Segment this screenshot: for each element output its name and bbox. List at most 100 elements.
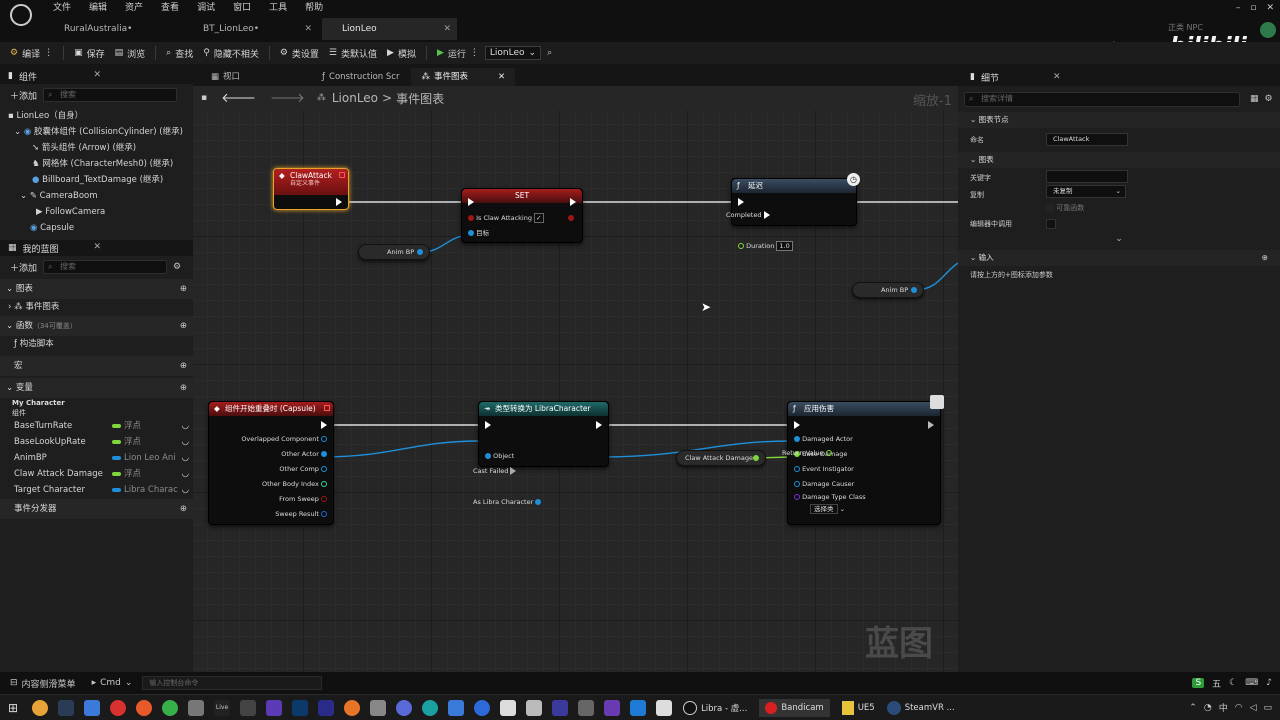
add-icon[interactable]: ⊕ [180,378,187,398]
object-pin[interactable] [321,436,327,442]
pin-target[interactable]: 目标 [462,226,582,241]
eye-icon[interactable]: ◡ [182,482,189,498]
close-icon[interactable]: ✕ [443,18,451,40]
checkbox[interactable]: ✓ [534,213,544,223]
menu-view[interactable]: 查看 [152,2,188,14]
variable-row[interactable]: Claw Attack Damage 浮点 ◡ [0,466,193,482]
tree-item-cameraboom[interactable]: ⌄ ✎ CameraBoom [8,188,193,204]
close-icon[interactable]: ✕ [93,70,101,80]
components-search[interactable]: ⌕ 搜索 [43,88,178,102]
netease-icon[interactable] [110,699,127,716]
app-icon[interactable] [84,699,101,716]
pin-completed[interactable]: Completed [726,208,850,223]
anim-bp-getter-node[interactable]: Anim BP [358,244,430,260]
eye-icon[interactable]: ◡ [182,466,189,482]
wechat-icon[interactable] [162,699,179,716]
menu-edit[interactable]: 编辑 [80,2,116,14]
section-graphs[interactable]: ⌄ 图表 ⊕ [0,279,193,299]
eye-icon[interactable]: ◡ [182,418,189,434]
call-in-editor-checkbox[interactable] [1046,219,1056,229]
ime-icon[interactable]: S [1192,678,1205,688]
pin-is-claw-attacking[interactable]: Is Claw Attacking ✓ [462,211,582,226]
tree-item-followcamera[interactable]: ▶ FollowCamera [8,204,193,220]
gear-icon[interactable]: ⚙ [1265,94,1273,104]
variable-row[interactable]: AnimBP Lion Leo Ani ◡ [0,450,193,466]
object-pin[interactable] [468,230,474,236]
object-pin[interactable] [417,249,423,255]
ime-indicator[interactable]: 中 [1219,701,1228,714]
name-input[interactable]: ClawAttack [1046,133,1128,146]
find-button[interactable]: ⌕ 查找 [166,47,193,60]
menu-debug[interactable]: 调试 [188,2,224,14]
tree-item-billboard[interactable]: ● Billboard_TextDamage (继承) [8,172,193,188]
delegate-pin[interactable] [324,405,330,411]
tree-item-collision[interactable]: ⌄ ◉ 胶囊体组件 (CollisionCylinder) (继承) [8,124,193,140]
tab-rural-australia[interactable]: RuralAustralia• [44,18,179,40]
delay-node[interactable]: ƒ 延迟 ◷ Completed Duration 1.0 [726,173,860,251]
add-component-button[interactable]: ＋添加 [4,89,43,102]
section-input[interactable]: ⌄ 输入 ⊕ [958,250,1280,266]
app-icon[interactable] [422,699,439,716]
app-icon[interactable] [448,699,465,716]
exec-out-pin[interactable] [570,198,576,206]
menu-asset[interactable]: 资产 [116,2,152,14]
app-icon[interactable] [240,699,257,716]
taskbar-bandicam[interactable]: Bandicam [759,698,830,717]
app-icon[interactable] [656,699,673,716]
menu-help[interactable]: 帮助 [296,2,332,14]
compile-button[interactable]: ⚙ 编译 ⋮ [10,47,53,60]
audition-icon[interactable] [318,699,335,716]
pin-overlapped-component[interactable]: Overlapped Component [241,432,327,447]
close-icon[interactable]: ✕ [304,18,312,40]
event-graph-item[interactable]: › ⁂ 事件图表 [0,299,193,315]
exec-out-pin[interactable] [510,467,517,475]
console-input[interactable]: 输入控制台命令 [142,676,323,690]
app-icon[interactable] [370,699,387,716]
tab-bt-lionleo[interactable]: BT_LionLeo• ✕ [183,18,318,40]
reliable-checkbox[interactable] [1046,204,1054,212]
app-icon[interactable] [474,699,491,716]
pin-other-comp[interactable]: Other Comp [241,462,327,477]
add-icon[interactable]: ⊕ [180,316,187,336]
run-button[interactable]: ▶ 运行 ⋮ [437,47,479,60]
claw-attack-damage-getter-node[interactable]: Claw Attack Damage [676,450,766,466]
class-pin[interactable] [794,494,800,500]
volume-icon[interactable]: ◁ [1250,703,1257,713]
photoshop-icon[interactable] [292,699,309,716]
anim-bp-getter-node[interactable]: Anim BP [852,282,924,298]
add-member-button[interactable]: ＋添加 [4,261,43,274]
keyword-input[interactable] [1046,170,1128,183]
maximize-icon[interactable]: ▫ [1250,3,1256,13]
pin-damage-type-class[interactable]: Damage Type Class [794,492,866,503]
component-begin-overlap-node[interactable]: ◆ 组件开始重叠时 (Capsule) Overlapped Component … [208,401,334,525]
camera-icon[interactable] [188,699,205,716]
close-icon[interactable]: ✕ [1266,3,1274,13]
menu-window[interactable]: 窗口 [224,2,260,14]
class-settings-button[interactable]: ⚙ 类设置 [280,47,319,60]
close-icon[interactable]: ✕ [1053,72,1061,82]
tree-item-self[interactable]: ▪ LionLeo（自身） [8,108,193,124]
pin-damage-causer[interactable]: Damage Causer [794,477,866,492]
add-icon[interactable]: ⊕ [1262,250,1268,266]
browse-button[interactable]: ▤ 浏览 [115,47,146,60]
object-pin[interactable] [794,481,800,487]
live-icon[interactable]: Live [214,699,231,716]
pin-event-instigator[interactable]: Event Instigator [794,462,866,477]
eye-icon[interactable]: ◡ [182,434,189,450]
taskbar-libra[interactable]: Libra - 虚... [683,700,747,715]
exec-in-pin[interactable] [485,421,491,429]
object-pin[interactable] [535,499,542,505]
object-pin[interactable] [794,436,800,442]
set-node[interactable]: SET Is Claw Attacking ✓ 目标 [461,188,583,243]
bool-out-pin[interactable] [568,215,574,221]
tree-item-mesh[interactable]: ♞ 网格体 (CharacterMesh0) (继承) [8,156,193,172]
expand-icon[interactable]: ⌄ [958,234,1280,248]
add-icon[interactable]: ⊕ [180,499,187,519]
exec-in-pin[interactable] [738,198,744,206]
avatar[interactable] [1260,22,1276,38]
tree-item-capsule[interactable]: ◉ Capsule [8,220,193,236]
my-blueprint-search[interactable]: ⌕ 搜索 [43,260,168,274]
section-graph-node[interactable]: ⌄ 图表节点 [958,112,1280,128]
save-button[interactable]: ▣ 保存 [74,47,105,60]
bool-pin[interactable] [468,215,474,221]
